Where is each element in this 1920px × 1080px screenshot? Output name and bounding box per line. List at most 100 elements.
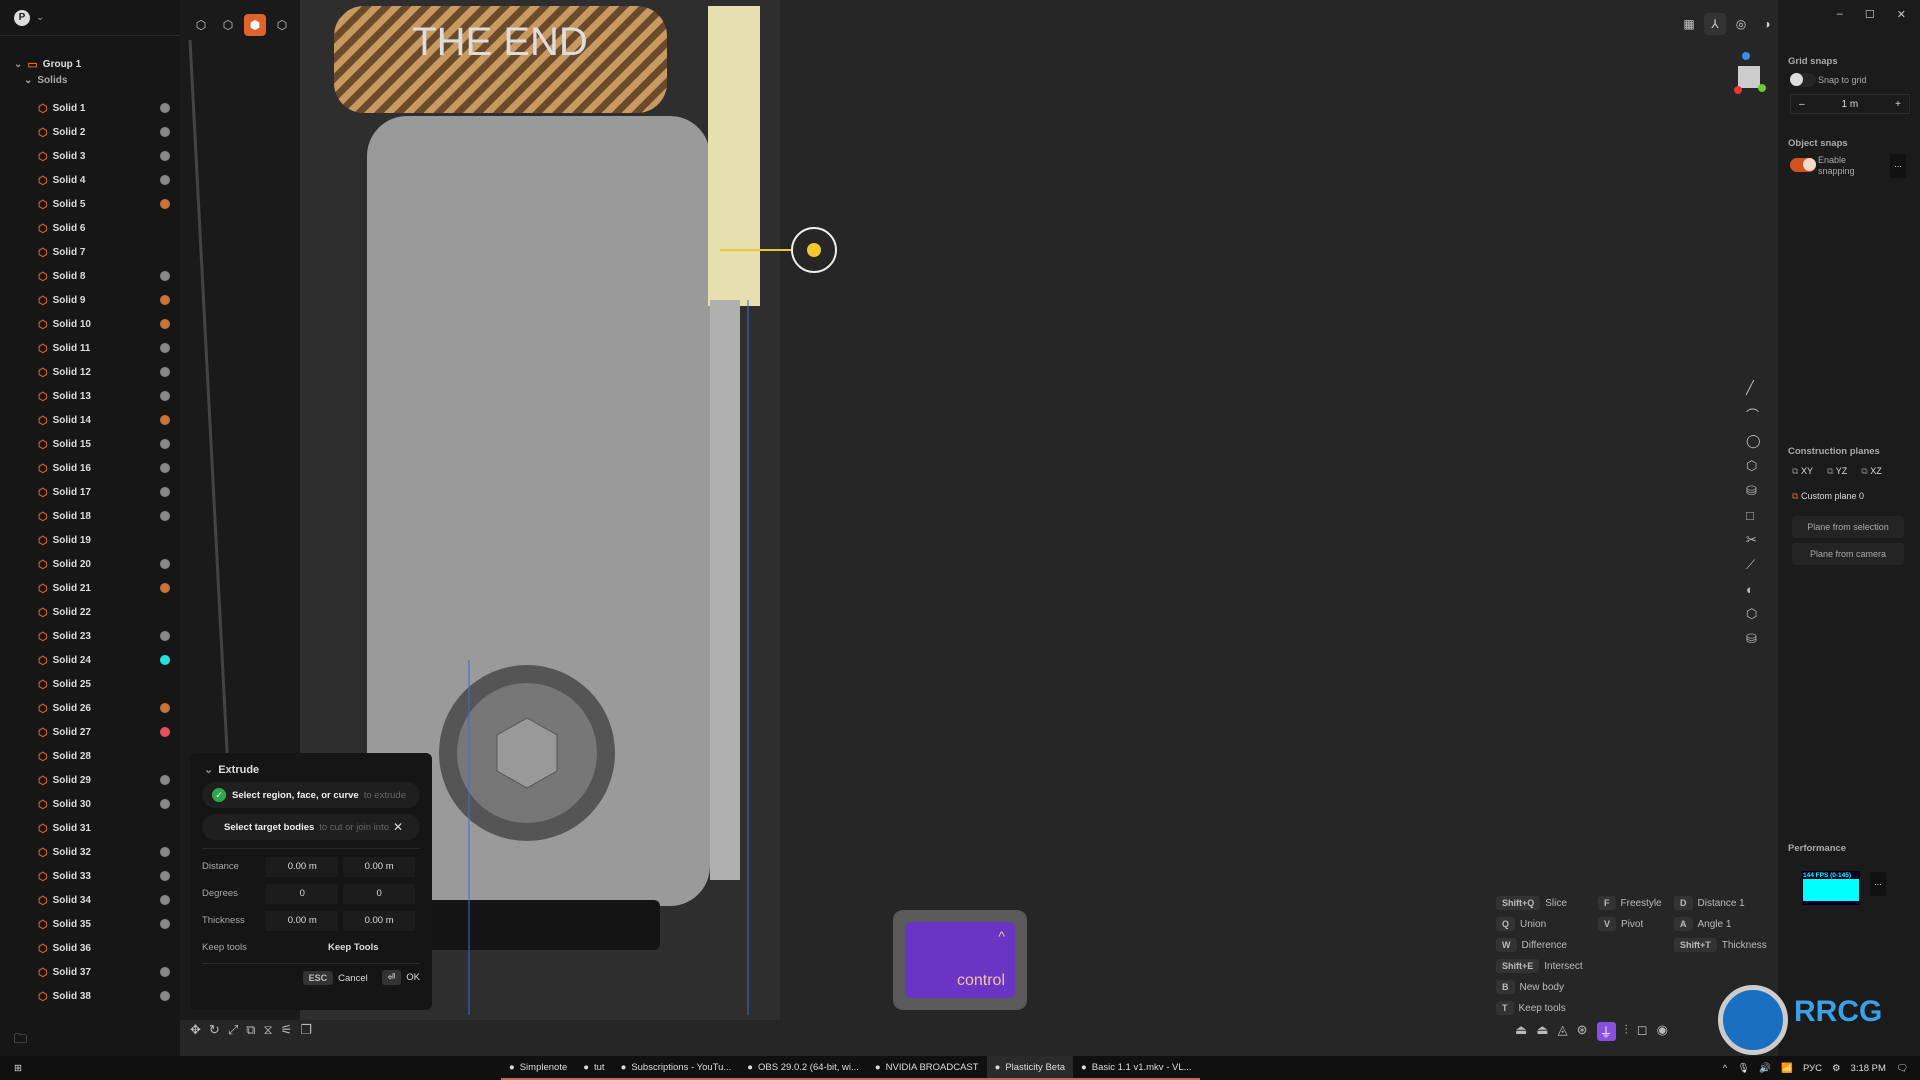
tree-item-solid[interactable]: ⬡ Solid 19 [0, 528, 178, 552]
taskbar-app[interactable]: ● Simplenote [500, 1056, 576, 1080]
extrude-icon[interactable]: ⏏ [1515, 1022, 1527, 1041]
visibility-dot[interactable] [160, 319, 170, 329]
enable-snapping-toggle[interactable] [1790, 158, 1816, 172]
visibility-dot[interactable] [160, 295, 170, 305]
shell-icon[interactable]: ⫶ [1625, 1022, 1628, 1041]
tree-item-solid[interactable]: ⬡ Solid 21 [0, 576, 178, 600]
field-input[interactable]: 0.00 m [266, 910, 339, 931]
windows-start-icon[interactable]: ⊞ [14, 1063, 22, 1074]
visibility-dot[interactable] [160, 967, 170, 977]
tree-item-solid[interactable]: ⬡ Solid 10 [0, 312, 178, 336]
mirror-icon[interactable]: ⧖ [264, 1022, 273, 1038]
cylinder-icon[interactable]: ⛁ [1746, 483, 1761, 499]
axes-icon[interactable]: ⅄ [1704, 13, 1726, 35]
visibility-dot[interactable] [160, 919, 170, 929]
taskbar-app[interactable]: ● Subscriptions - YouTu... [612, 1056, 740, 1080]
grid-icon[interactable]: ▦ [1678, 13, 1700, 35]
rectangle-icon[interactable]: □ [1746, 508, 1761, 523]
tree-item-solid[interactable]: ⬡ Solid 33 [0, 864, 178, 888]
tree-item-solid[interactable]: ⬡ Solid 34 [0, 888, 178, 912]
visibility-dot[interactable] [160, 391, 170, 401]
language-indicator[interactable]: РУС [1803, 1063, 1822, 1074]
circle-icon[interactable]: ◯ [1746, 433, 1761, 449]
visibility-dot[interactable] [160, 559, 170, 569]
plane-from-camera-button[interactable]: Plane from camera [1792, 543, 1904, 565]
tree-item-solid[interactable]: ⬡ Solid 5 [0, 192, 178, 216]
visibility-dot[interactable] [160, 655, 170, 665]
tree-folder[interactable]: ⌄ Solids [0, 70, 178, 90]
tree-item-solid[interactable]: ⬡ Solid 1 [0, 96, 178, 120]
field-input[interactable]: 0 [343, 883, 416, 904]
visibility-dot[interactable] [160, 343, 170, 353]
select-region-step[interactable]: ✓ Select region, face, or curve to extrude [202, 782, 420, 808]
render-mode-icon[interactable]: ◎ [1730, 13, 1752, 35]
settings-icon[interactable]: ⚙ [1832, 1063, 1841, 1074]
tree-item-solid[interactable]: ⬡ Solid 18 [0, 504, 178, 528]
offset-icon[interactable]: ⧉ [246, 1022, 255, 1038]
taskbar-app[interactable]: ● Basic 1.1 v1.mkv - VL... [1073, 1056, 1200, 1080]
keep-tools-toggle[interactable]: Keep Tools [328, 942, 379, 953]
minimize-icon[interactable]: – [1837, 8, 1843, 36]
visibility-dot[interactable] [160, 799, 170, 809]
tree-item-solid[interactable]: ⬡ Solid 14 [0, 408, 178, 432]
tree-item-solid[interactable]: ⬡ Solid 36 [0, 936, 178, 960]
tree-item-solid[interactable]: ⬡ Solid 17 [0, 480, 178, 504]
vertex-mode-icon[interactable]: ⬡ [190, 14, 212, 36]
tree-item-solid[interactable]: ⬡ Solid 38 [0, 984, 178, 1008]
polygon-icon[interactable]: ⬡ [1746, 458, 1761, 474]
tree-item-solid[interactable]: ⬡ Solid 4 [0, 168, 178, 192]
tree-item-solid[interactable]: ⬡ Solid 11 [0, 336, 178, 360]
tree-item-solid[interactable]: ⬡ Solid 27 [0, 720, 178, 744]
maximize-icon[interactable]: ☐ [1865, 8, 1875, 36]
tree-item-solid[interactable]: ⬡ Solid 22 [0, 600, 178, 624]
visibility-dot[interactable] [160, 415, 170, 425]
tray-chevron-icon[interactable]: ^ [1723, 1063, 1727, 1074]
duplicate-icon[interactable]: ❐ [300, 1022, 312, 1038]
tree-item-solid[interactable]: ⬡ Solid 9 [0, 288, 178, 312]
field-input[interactable]: 0 [266, 883, 339, 904]
taskbar-app[interactable]: ● Plasticity Beta [986, 1056, 1073, 1080]
box-icon[interactable]: ⬡ [1746, 606, 1761, 622]
field-input[interactable]: 0.00 m [343, 856, 416, 877]
field-input[interactable]: 0.00 m [343, 910, 416, 931]
tree-item-solid[interactable]: ⬡ Solid 8 [0, 264, 178, 288]
tree-item-solid[interactable]: ⬡ Solid 12 [0, 360, 178, 384]
tree-item-solid[interactable]: ⬡ Solid 37 [0, 960, 178, 984]
visibility-dot[interactable] [160, 895, 170, 905]
visibility-dot[interactable] [160, 271, 170, 281]
curve-icon[interactable]: ⌒ [1746, 405, 1761, 424]
tree-item-solid[interactable]: ⬡ Solid 32 [0, 840, 178, 864]
snapping-more-button[interactable]: ... [1890, 154, 1906, 178]
visibility-dot[interactable] [160, 151, 170, 161]
custom-plane[interactable]: ⧉ Custom plane 0 [1792, 491, 1864, 502]
visibility-dot[interactable] [160, 487, 170, 497]
visibility-icon[interactable]: ◉ [1657, 1022, 1668, 1041]
sphere-icon[interactable]: ◐ [1746, 582, 1761, 597]
scissors-icon[interactable]: ✂ [1746, 532, 1761, 548]
visibility-dot[interactable] [160, 463, 170, 473]
visibility-dot[interactable] [160, 703, 170, 713]
ok-button[interactable]: ⏎ OK [381, 970, 420, 985]
plane-xz[interactable]: ⧉ XZ [1861, 466, 1881, 477]
visibility-dot[interactable] [160, 775, 170, 785]
plus-icon[interactable]: + [1895, 99, 1901, 110]
tree-item-solid[interactable]: ⬡ Solid 24 [0, 648, 178, 672]
tree-item-solid[interactable]: ⬡ Solid 15 [0, 432, 178, 456]
tree-item-solid[interactable]: ⬡ Solid 30 [0, 792, 178, 816]
select-target-step[interactable]: Select target bodies to cut or join into ✕ [202, 814, 420, 840]
visibility-dot[interactable] [160, 583, 170, 593]
tree-item-solid[interactable]: ⬡ Solid 2 [0, 120, 178, 144]
tree-item-solid[interactable]: ⬡ Solid 13 [0, 384, 178, 408]
user-avatar[interactable]: P [14, 9, 30, 26]
clock[interactable]: 3:18 PM [1851, 1063, 1886, 1074]
grid-size-stepper[interactable]: –1 m + [1790, 94, 1910, 114]
network-icon[interactable]: 📶 [1781, 1063, 1793, 1074]
taskbar-app[interactable]: ● OBS 29.0.2 (64-bit, wi... [739, 1056, 867, 1080]
plane-xy[interactable]: ⧉ XY [1792, 466, 1813, 477]
cancel-button[interactable]: ESC Cancel [302, 970, 368, 985]
visibility-dot[interactable] [160, 103, 170, 113]
snap-to-grid-toggle[interactable] [1790, 73, 1816, 87]
visibility-dot[interactable] [160, 991, 170, 1001]
visibility-dot[interactable] [160, 439, 170, 449]
visibility-dot[interactable] [160, 631, 170, 641]
